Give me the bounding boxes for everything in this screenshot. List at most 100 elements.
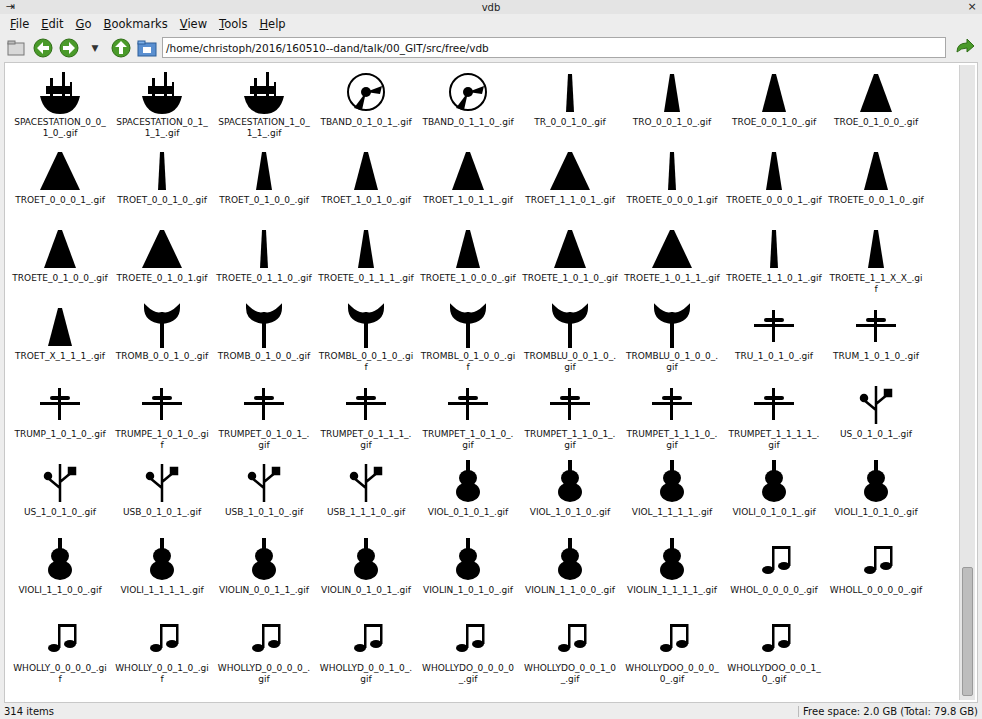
file-item[interactable]: WHOLLYDOO_0_0_0_0_.gif — [621, 614, 723, 692]
file-name: SPACESTATION_0_1_1_1_.gif — [114, 117, 210, 138]
file-item[interactable]: WHOLLYDO_0_0_1_0_.gif — [519, 614, 621, 692]
file-item[interactable]: TRUMPET_1_1_1_1_.gif — [723, 380, 825, 458]
file-item[interactable]: VIOLI_1_0_1_0_.gif — [825, 458, 927, 536]
menu-item[interactable]: File — [4, 17, 35, 31]
file-item[interactable]: TROET_X_1_1_1_.gif — [9, 302, 111, 380]
file-item[interactable]: TRUMPET_1_0_1_0_.gif — [417, 380, 519, 458]
file-item[interactable]: TRUMP_1_0_1_0_.gif — [9, 380, 111, 458]
file-item[interactable]: TROETE_0_0_0_1.gif — [621, 146, 723, 224]
file-item[interactable]: WHOLLYDO_0_0_0_0_.gif — [417, 614, 519, 692]
file-name: VIOLIN_1_1_0_0_.gif — [522, 585, 618, 596]
menu-item[interactable]: View — [174, 17, 213, 31]
file-item[interactable]: VIOLIN_1_1_0_0_.gif — [519, 536, 621, 614]
file-item[interactable]: WHOLLY_0_0_0_0_.gif — [9, 614, 111, 692]
forward-button[interactable] — [58, 37, 80, 59]
menu-item[interactable]: Bookmarks — [98, 17, 174, 31]
file-item[interactable]: TROETE_1_1_X_X_.gif — [825, 224, 927, 302]
file-item[interactable]: TRUM_1_0_1_0_.gif — [825, 302, 927, 380]
thumbnail-icon — [852, 302, 900, 350]
file-item[interactable]: TRUMPET_0_1_0_1_.gif — [213, 380, 315, 458]
file-item[interactable]: TRU_1_0_1_0_.gif — [723, 302, 825, 380]
close-button[interactable]: × — [966, 1, 978, 13]
window-menu-button[interactable]: ⇥ — [4, 1, 16, 13]
file-item[interactable]: TROMB_0_0_1_0_.gif — [111, 302, 213, 380]
file-item[interactable]: WHOLLYD_0_0_0_0_.gif — [213, 614, 315, 692]
thumbnail-icon — [138, 302, 186, 350]
file-item[interactable]: SPACESTATION_1_0_1_1_.gif — [213, 68, 315, 146]
up-button[interactable] — [110, 37, 132, 59]
file-item[interactable]: TROMBLU_0_1_0_0_.gif — [621, 302, 723, 380]
menu-item[interactable]: Go — [70, 17, 98, 31]
file-item[interactable]: TROET_1_1_0_1_.gif — [519, 146, 621, 224]
file-item[interactable]: TROET_1_0_1_0_.gif — [315, 146, 417, 224]
menu-item[interactable]: Edit — [35, 17, 69, 31]
file-name: TROET_1_0_1_1_.gif — [420, 195, 516, 206]
file-item[interactable]: TROETE_0_0_0_1_.gif — [723, 146, 825, 224]
file-item[interactable]: TROET_0_1_0_0_.gif — [213, 146, 315, 224]
file-item[interactable]: TROET_1_0_1_1_.gif — [417, 146, 519, 224]
file-item[interactable]: TRO_0_0_1_0_.gif — [621, 68, 723, 146]
file-item[interactable]: SPACESTATION_0_1_1_1_.gif — [111, 68, 213, 146]
scrollbar[interactable] — [959, 65, 975, 700]
scrollbar-thumb[interactable] — [962, 567, 973, 696]
file-item[interactable]: TROET_0_0_0_1_.gif — [9, 146, 111, 224]
file-item[interactable]: TR_0_0_1_0_.gif — [519, 68, 621, 146]
file-item[interactable]: TROMBL_0_0_1_0_.gif — [315, 302, 417, 380]
file-item[interactable]: SPACESTATION_0_0_1_0_.gif — [9, 68, 111, 146]
thumbnail-icon — [36, 536, 84, 584]
file-item[interactable]: TRUMPET_0_1_1_1_.gif — [315, 380, 417, 458]
new-tab-button[interactable] — [6, 37, 28, 59]
file-item[interactable]: VIOLIN_1_0_1_0_.gif — [417, 536, 519, 614]
history-dropdown[interactable]: ▼ — [84, 37, 106, 59]
file-item[interactable]: WHOL_0_0_0_0_.gif — [723, 536, 825, 614]
file-item[interactable]: TROETE_1_0_1_0_.gif — [519, 224, 621, 302]
file-item[interactable]: TRUMPE_1_0_1_0_.gif — [111, 380, 213, 458]
file-item[interactable]: TROE_0_1_0_0_.gif — [825, 68, 927, 146]
file-item[interactable]: US_1_0_1_0_.gif — [9, 458, 111, 536]
file-item[interactable]: VIOLI_1_1_0_0_.gif — [9, 536, 111, 614]
file-item[interactable]: US_0_1_0_1_.gif — [825, 380, 927, 458]
file-item[interactable]: WHOLLYDOO_0_0_1_0_.gif — [723, 614, 825, 692]
file-item[interactable]: TBAND_0_1_0_1_.gif — [315, 68, 417, 146]
file-item[interactable]: TROET_0_0_1_0_.gif — [111, 146, 213, 224]
file-item[interactable]: VIOLI_1_1_1_1_.gif — [111, 536, 213, 614]
home-button[interactable] — [136, 37, 158, 59]
file-item[interactable]: TROETE_0_1_1_0_.gif — [213, 224, 315, 302]
menu-item[interactable]: Help — [253, 17, 291, 31]
menu-item[interactable]: Tools — [213, 17, 253, 31]
file-item[interactable]: USB_1_0_1_0_.gif — [213, 458, 315, 536]
file-item[interactable]: TROMBLU_0_0_1_0_.gif — [519, 302, 621, 380]
file-item[interactable]: USB_1_1_1_0_.gif — [315, 458, 417, 536]
file-item[interactable]: TRUMPET_1_1_1_0_.gif — [621, 380, 723, 458]
file-item[interactable]: USB_0_1_0_1_.gif — [111, 458, 213, 536]
file-item[interactable]: VIOLIN_0_0_1_1_.gif — [213, 536, 315, 614]
menu-bar: FileEditGoBookmarksViewToolsHelp — [0, 14, 982, 33]
file-item[interactable]: WHOLL_0_0_0_0_.gif — [825, 536, 927, 614]
file-item[interactable]: TROETE_0_0_1_0_.gif — [825, 146, 927, 224]
file-item[interactable]: TROE_0_0_1_0_.gif — [723, 68, 825, 146]
path-field[interactable]: /home/christoph/2016/160510--dand/talk/0… — [162, 37, 946, 58]
file-item[interactable]: VIOL_0_1_0_1_.gif — [417, 458, 519, 536]
file-item[interactable]: WHOLLYD_0_0_1_0_.gif — [315, 614, 417, 692]
file-item[interactable]: TBAND_0_1_1_0_.gif — [417, 68, 519, 146]
file-item[interactable]: VIOL_1_0_1_0_.gif — [519, 458, 621, 536]
file-item[interactable]: TRUMPET_1_1_0_1_.gif — [519, 380, 621, 458]
file-item[interactable]: VIOLIN_1_1_1_1_.gif — [621, 536, 723, 614]
file-item[interactable]: TROETE_1_0_1_1_.gif — [621, 224, 723, 302]
file-name: VIOLI_0_1_0_1_.gif — [726, 507, 822, 518]
go-button[interactable] — [954, 37, 976, 59]
file-item[interactable]: TROETE_0_1_0_1.gif — [111, 224, 213, 302]
file-item[interactable]: TROMB_0_1_0_0_.gif — [213, 302, 315, 380]
file-item[interactable]: VIOLI_0_1_0_1_.gif — [723, 458, 825, 536]
file-item[interactable]: WHOLLY_0_0_1_0_.gif — [111, 614, 213, 692]
window-title: vdb — [16, 2, 966, 13]
file-item[interactable]: VIOLIN_0_1_0_1_.gif — [315, 536, 417, 614]
back-button[interactable] — [32, 37, 54, 59]
file-item[interactable]: TROMBL_0_1_0_0_.gif — [417, 302, 519, 380]
file-item[interactable]: TROETE_0_1_0_0_.gif — [9, 224, 111, 302]
file-item[interactable]: TROETE_1_1_0_1_.gif — [723, 224, 825, 302]
file-item[interactable]: TROETE_1_0_0_0_.gif — [417, 224, 519, 302]
file-item[interactable]: TROETE_0_1_1_1_.gif — [315, 224, 417, 302]
file-name: TRUMPET_1_0_1_0_.gif — [420, 429, 516, 450]
file-item[interactable]: VIOL_1_1_1_1_.gif — [621, 458, 723, 536]
